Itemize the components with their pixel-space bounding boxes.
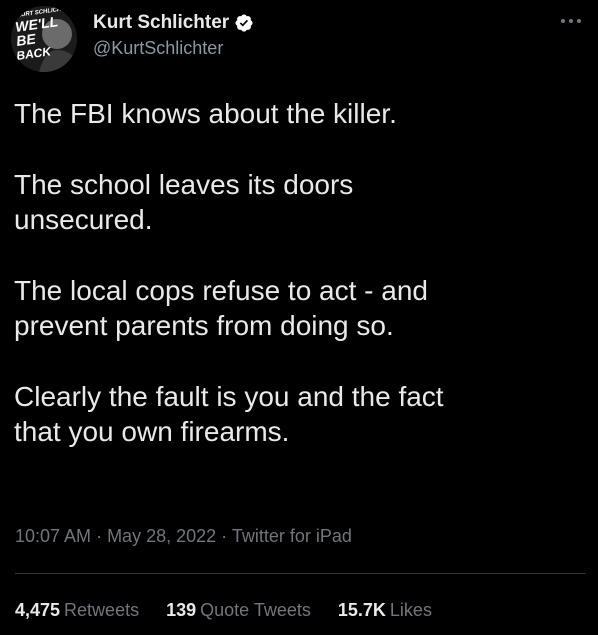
meta-separator: · — [91, 526, 108, 546]
display-name[interactable]: Kurt Schlichter — [93, 12, 229, 34]
quote-tweets-count: 139 — [166, 600, 197, 620]
retweets-count: 4,475 — [15, 600, 61, 620]
likes-label: Likes — [389, 600, 432, 620]
tweet-time[interactable]: 10:07 AM — [15, 526, 91, 546]
tweet-paragraph: The school leaves its doors unsecured. — [14, 169, 354, 235]
tweet-source[interactable]: Twitter for iPad — [232, 526, 352, 546]
more-options-icon[interactable] — [558, 12, 584, 30]
tweet-date[interactable]: May 28, 2022 — [107, 526, 216, 546]
divider — [15, 573, 586, 574]
retweets-stat[interactable]: 4,475 Retweets — [15, 600, 139, 621]
display-name-row: Kurt Schlichter — [93, 10, 254, 36]
avatar-image: KURT SCHLICHTER WE'LL BE BACK — [11, 6, 77, 72]
tweet-meta: 10:07 AM · May 28, 2022 · Twitter for iP… — [15, 526, 352, 547]
tweet-stats: 4,475 Retweets 139 Quote Tweets 15.7K Likes — [15, 600, 459, 621]
tweet-paragraph: The FBI knows about the killer. — [14, 98, 397, 129]
likes-count: 15.7K — [337, 600, 386, 620]
author-handle[interactable]: @KurtSchlichter — [93, 38, 254, 59]
author-names: Kurt Schlichter @KurtSchlichter — [93, 10, 254, 59]
retweets-label: Retweets — [64, 600, 140, 620]
quote-tweets-stat[interactable]: 139 Quote Tweets — [166, 600, 311, 621]
meta-separator: · — [216, 526, 232, 546]
verified-badge-icon — [234, 13, 254, 33]
quote-tweets-label: Quote Tweets — [200, 600, 311, 620]
tweet-paragraph: Clearly the fault is you and the fact th… — [14, 381, 444, 447]
tweet-card: KURT SCHLICHTER WE'LL BE BACK Kurt Schli… — [0, 0, 598, 635]
tweet-text: The FBI knows about the killer. The scho… — [14, 96, 584, 485]
avatar[interactable]: KURT SCHLICHTER WE'LL BE BACK — [11, 6, 77, 72]
tweet-paragraph: The local cops refuse to act - and preve… — [14, 275, 428, 341]
tweet-header: KURT SCHLICHTER WE'LL BE BACK Kurt Schli… — [11, 6, 586, 72]
likes-stat[interactable]: 15.7K Likes — [338, 600, 432, 621]
